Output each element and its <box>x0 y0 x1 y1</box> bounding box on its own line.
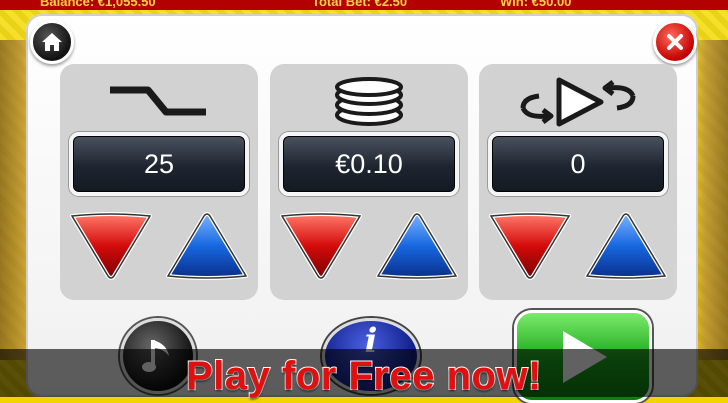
promo-text[interactable]: Play for Free now! <box>0 353 728 399</box>
balance-text: Balance: €1,055.50 <box>40 0 156 9</box>
lines-value: 25 <box>69 132 249 196</box>
autoplay-increase-button[interactable] <box>583 210 669 282</box>
lines-increase-button[interactable] <box>164 210 250 282</box>
close-button[interactable] <box>653 20 697 64</box>
lines-icon <box>110 86 206 116</box>
close-icon <box>667 34 683 50</box>
coin-value-value: €0.10 <box>279 132 459 196</box>
coin-value-increase-button[interactable] <box>374 210 460 282</box>
autoplay-value: 0 <box>488 132 668 196</box>
total-bet-text: Total Bet: €2.50 <box>312 0 408 9</box>
coin-stack-icon <box>335 77 403 126</box>
autoplay-decrease-button[interactable] <box>487 210 573 282</box>
coin-value-decrease-button[interactable] <box>278 210 364 282</box>
coin-value-control: €0.10 <box>270 64 468 300</box>
lines-decrease-button[interactable] <box>68 210 154 282</box>
home-button[interactable] <box>30 20 74 64</box>
autoplay-icon <box>520 77 636 127</box>
home-icon <box>42 33 62 51</box>
win-text: Win: €50.00 <box>500 0 572 9</box>
status-bar: Balance: €1,055.50 Total Bet: €2.50 Win:… <box>0 0 728 10</box>
lines-control: 25 <box>60 64 258 300</box>
autoplay-control: 0 <box>479 64 677 300</box>
